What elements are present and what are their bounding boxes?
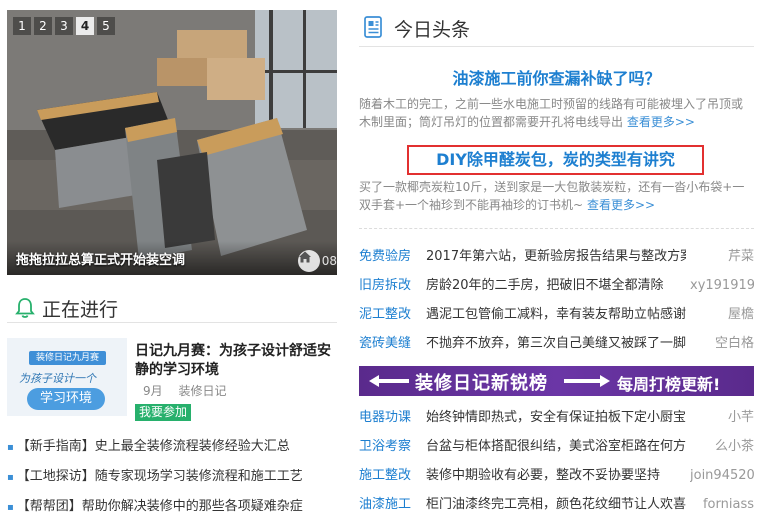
headline-desc-text: 买了一款椰壳炭粒10斤，送到家是一大包散装炭粒，还有一沓小布袋+一双手套+一个袖…: [359, 180, 745, 212]
row-category[interactable]: 油漆施工: [359, 490, 411, 519]
right-column: 今日头条 油漆施工前你查漏补缺了吗？ 随着木工的完工，之前一些水电施工时预留的线…: [359, 0, 754, 520]
diary-list-bottom: 电器功课 始终钟情即热式，安全有保证拍板下定小厨宝 小芊 卫浴考察 台盆与柜体搭…: [359, 403, 754, 519]
banner-subtitle: 每周打榜更新!: [617, 375, 721, 394]
slider-dot-active[interactable]: 4: [76, 17, 94, 35]
table-row[interactable]: 泥工整改 遇泥工包管偷工减料，幸有装友帮助立帖感谢 屋檐: [359, 300, 754, 329]
row-user[interactable]: 芹菜: [690, 242, 754, 271]
row-user[interactable]: 么小茶: [690, 432, 754, 461]
headline-title[interactable]: 油漆施工前你查漏补缺了吗？: [359, 65, 754, 89]
row-user[interactable]: 空白格: [690, 329, 754, 358]
row-text[interactable]: 遇泥工包管偷工减料，幸有装友帮助立帖感谢: [426, 300, 686, 329]
arrow-right-icon: [564, 375, 610, 387]
row-category[interactable]: 电器功课: [359, 403, 411, 432]
slider-dot[interactable]: 3: [55, 17, 73, 35]
divider: [359, 228, 754, 229]
table-row[interactable]: 油漆施工 柜门油漆终完工亮相，颜色花纹细节让人欢喜 forniass: [359, 490, 754, 519]
section-title: 正在进行: [42, 299, 119, 321]
photo-slider[interactable]: 1 2 3 4 5 拖拖拉拉总算正式开始装空调 08: [7, 10, 337, 275]
event-month: 9月: [143, 384, 163, 398]
event-category: 装修日记: [178, 384, 227, 398]
event-thumbnail[interactable]: 装修日记九月赛 为孩子设计一个 学习环境: [7, 338, 127, 416]
bullet-icon: ▪: [7, 472, 14, 483]
slide-caption[interactable]: 拖拖拉拉总算正式开始装空调: [16, 249, 185, 268]
section-title: 今日头条: [394, 19, 471, 41]
row-text[interactable]: 装修中期验收有必要，整改不妥协要坚持: [426, 461, 686, 490]
headlines-header: 今日头条: [359, 8, 754, 47]
banner-title: 装修日记新锐榜: [415, 373, 548, 394]
left-column: 1 2 3 4 5 拖拖拉拉总算正式开始装空调 08 正在进行 装修日记九月赛: [7, 0, 337, 520]
watermark-text: 08: [321, 254, 337, 268]
thumb-badge: 装修日记九月赛: [29, 351, 106, 365]
row-text[interactable]: 始终钟情即热式，安全有保证拍板下定小厨宝: [426, 403, 686, 432]
slider-dot[interactable]: 2: [34, 17, 52, 35]
bullet-icon: ▪: [7, 502, 14, 513]
list-item[interactable]: ▪ 【工地探访】随专家现场学习装修流程和施工工艺: [7, 467, 337, 497]
arrow-left-icon: [369, 375, 409, 387]
headline-desc: 随着木工的完工，之前一些水电施工时预留的线路有可能被埋入了吊顶或木制里面；筒灯吊…: [359, 95, 754, 131]
row-text[interactable]: 2017年第六站，更新验房报告结果与整改方案: [426, 242, 686, 271]
slide-photo: [7, 10, 337, 275]
row-text[interactable]: 房龄20年的二手房，把破旧不堪全都清除: [426, 271, 686, 300]
list-item[interactable]: ▪ 【帮帮团】帮助你解决装修中的那些各项疑难杂症: [7, 497, 337, 520]
row-category[interactable]: 瓷砖美缝: [359, 329, 411, 358]
diary-list-top: 免费验房 2017年第六站，更新验房报告结果与整改方案 芹菜 旧房拆改 房龄20…: [359, 242, 754, 358]
thumb-line1: 为孩子设计一个: [19, 372, 96, 385]
row-user[interactable]: 小芊: [690, 403, 754, 432]
row-category[interactable]: 泥工整改: [359, 300, 411, 329]
table-row[interactable]: 免费验房 2017年第六站，更新验房报告结果与整改方案 芹菜: [359, 242, 754, 271]
table-row[interactable]: 卫浴考察 台盆与柜体搭配很纠结，美式浴室柜路在何方 么小茶: [359, 432, 754, 461]
bell-icon: [15, 297, 35, 323]
slide-caption-bar: 拖拖拉拉总算正式开始装空调: [7, 241, 337, 275]
table-row[interactable]: 施工整改 装修中期验收有必要，整改不妥协要坚持 join94520: [359, 461, 754, 490]
row-text[interactable]: 不抛弃不放弃，第三次自己美缝又被踩了一脚: [426, 329, 686, 358]
row-user[interactable]: xy191919: [690, 271, 754, 300]
news-icon: [363, 15, 385, 43]
row-category[interactable]: 免费验房: [359, 242, 411, 271]
list-item[interactable]: ▪ 【新手指南】史上最全装修流程装修经验大汇总: [7, 437, 337, 467]
slider-dot[interactable]: 1: [13, 17, 31, 35]
row-user[interactable]: 屋檐: [690, 300, 754, 329]
thumb-line2: 学习环境: [27, 388, 105, 410]
guide-links: ▪ 【新手指南】史上最全装修流程装修经验大汇总 ▪ 【工地探访】随专家现场学习装修流…: [7, 437, 337, 520]
ranking-banner[interactable]: 装修日记新锐榜 每周打榜更新!: [359, 366, 754, 396]
bullet-icon: ▪: [7, 442, 14, 453]
link-text[interactable]: 【新手指南】史上最全装修流程装修经验大汇总: [17, 439, 290, 454]
headline-title-highlighted[interactable]: DIY除甲醛炭包，炭的类型有讲究: [407, 145, 704, 175]
row-text[interactable]: 柜门油漆终完工亮相，颜色花纹细节让人欢喜: [426, 490, 686, 519]
join-button[interactable]: 我要参加: [135, 404, 191, 421]
event-title[interactable]: 日记九月赛：为孩子设计舒适安静的学习环境: [135, 342, 337, 380]
row-category[interactable]: 卫浴考察: [359, 432, 411, 461]
row-category[interactable]: 施工整改: [359, 461, 411, 490]
more-link[interactable]: 查看更多>>: [587, 198, 655, 212]
link-text[interactable]: 【工地探访】随专家现场学习装修流程和施工工艺: [17, 469, 303, 484]
slider-pagination: 1 2 3 4 5: [13, 17, 115, 35]
table-row[interactable]: 旧房拆改 房龄20年的二手房，把破旧不堪全都清除 xy191919: [359, 271, 754, 300]
more-link[interactable]: 查看更多>>: [627, 115, 695, 129]
home-icon: [297, 250, 320, 272]
row-text[interactable]: 台盆与柜体搭配很纠结，美式浴室柜路在何方: [426, 432, 686, 461]
slider-dot[interactable]: 5: [97, 17, 115, 35]
in-progress-header: 正在进行: [7, 293, 337, 323]
table-row[interactable]: 瓷砖美缝 不抛弃不放弃，第三次自己美缝又被踩了一脚 空白格: [359, 329, 754, 358]
row-user[interactable]: forniass: [690, 490, 754, 519]
event-card[interactable]: 装修日记九月赛 为孩子设计一个 学习环境 日记九月赛：为孩子设计舒适安静的学习环…: [7, 338, 337, 423]
event-meta: 9月 装修日记: [143, 382, 238, 399]
watermark: 08: [297, 250, 337, 272]
row-category[interactable]: 旧房拆改: [359, 271, 411, 300]
table-row[interactable]: 电器功课 始终钟情即热式，安全有保证拍板下定小厨宝 小芊: [359, 403, 754, 432]
link-text[interactable]: 【帮帮团】帮助你解决装修中的那些各项疑难杂症: [17, 499, 303, 514]
headline-desc: 买了一款椰壳炭粒10斤，送到家是一大包散装炭粒，还有一沓小布袋+一双手套+一个袖…: [359, 178, 754, 214]
row-user[interactable]: join94520: [690, 461, 754, 490]
